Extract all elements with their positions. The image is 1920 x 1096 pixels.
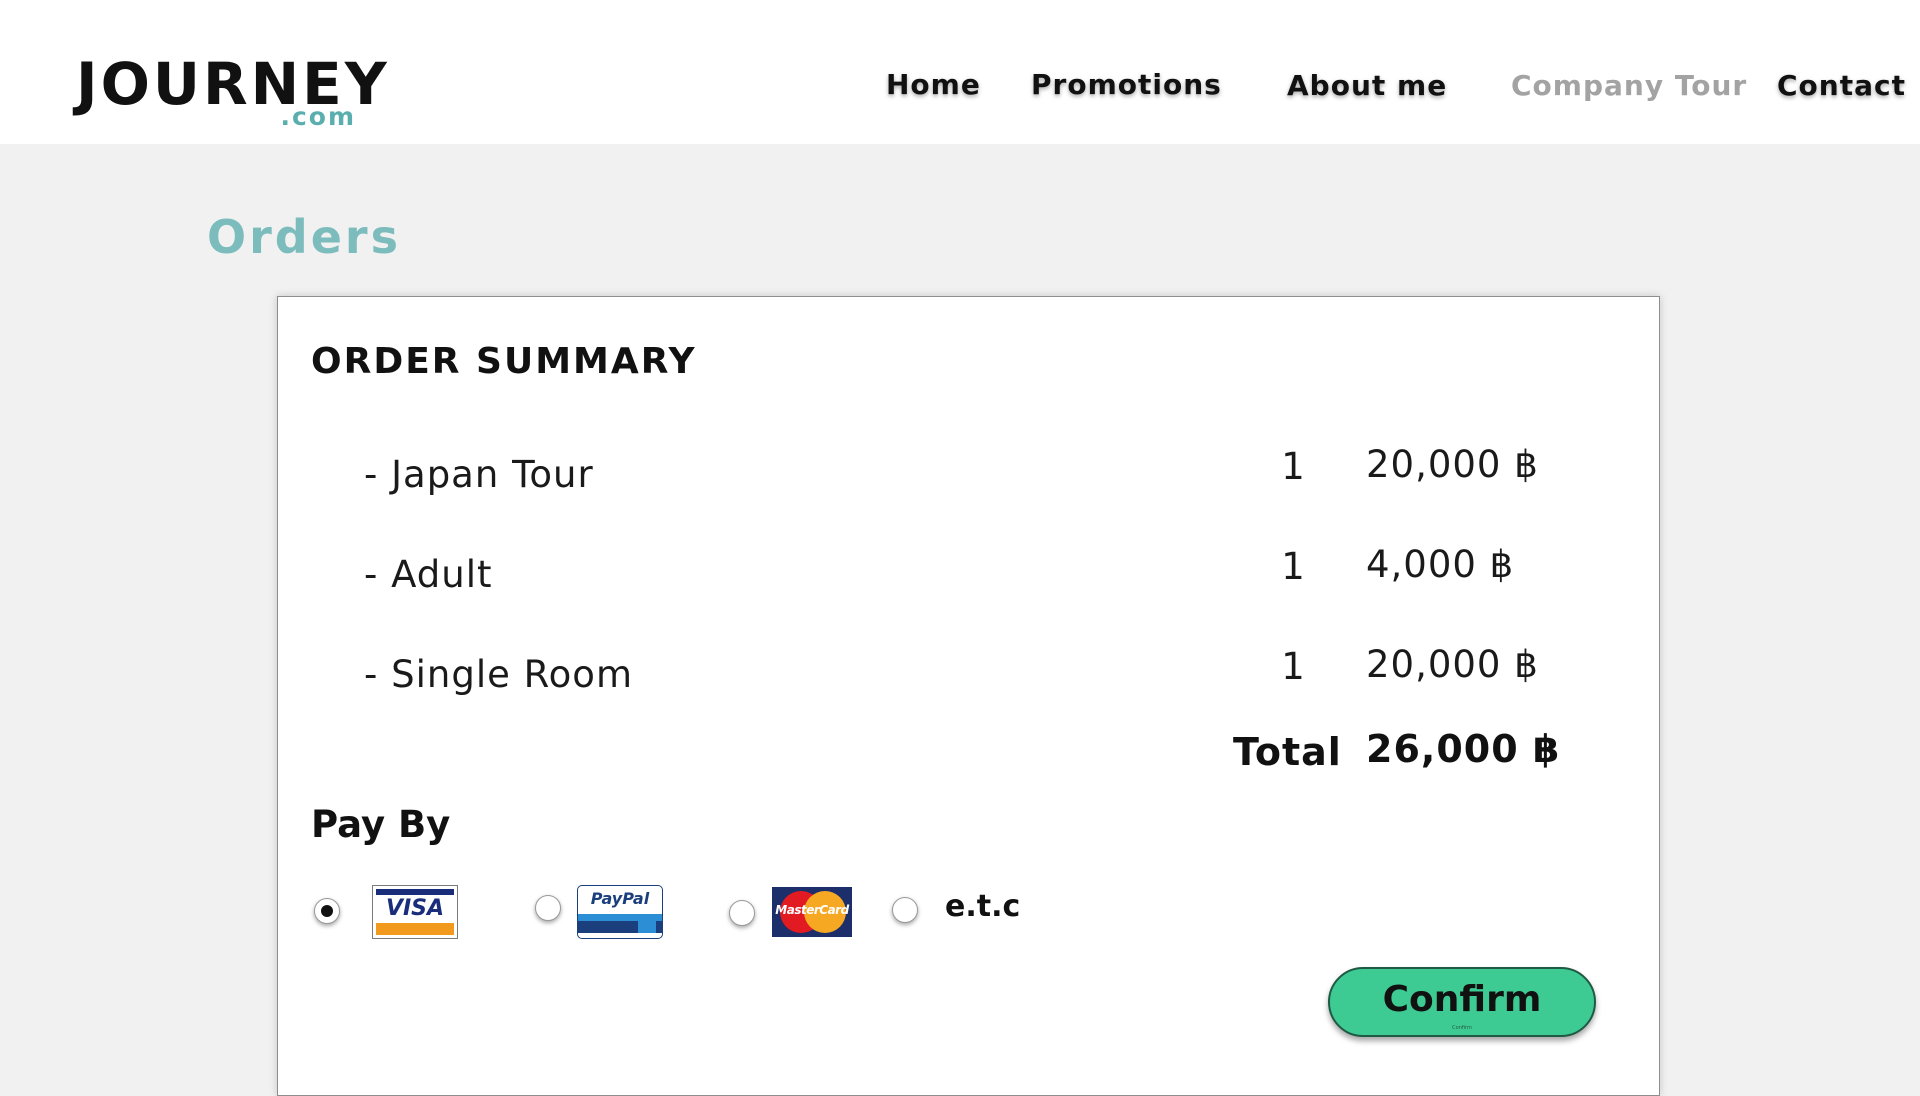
paypal-radio[interactable]: [535, 895, 561, 921]
order-summary-panel: ORDER SUMMARY - Japan Tour 1 20,000 ฿ - …: [277, 296, 1660, 1096]
order-item-qty: 1: [1281, 445, 1305, 488]
order-item-price: 4,000 ฿: [1366, 543, 1515, 586]
logo-sub-text: .com: [280, 102, 356, 131]
etc-label: e.t.c: [945, 889, 1021, 924]
visa-card-stripe: [376, 923, 454, 935]
mastercard-radio[interactable]: [729, 900, 755, 926]
confirm-button-label: Confirm: [1382, 979, 1542, 1020]
mastercard-card-text: MasterCard: [775, 903, 849, 917]
nav-home[interactable]: Home: [886, 68, 981, 101]
nav-promotions[interactable]: Promotions: [1031, 68, 1222, 101]
nav-contact[interactable]: Contact: [1777, 69, 1906, 102]
page-title: Orders: [207, 210, 401, 264]
paypal-card-text: PayPal: [590, 889, 650, 908]
site-header: JOURNEY .com Home Promotions About me Co…: [0, 0, 1920, 144]
order-item-name: - Japan Tour: [364, 453, 594, 496]
pay-by-label: Pay By: [311, 803, 451, 846]
confirm-button-tiny-label: Confirm: [1452, 1025, 1472, 1031]
visa-card-text: VISA: [385, 896, 445, 921]
total-value: 26,000 ฿: [1366, 727, 1561, 771]
visa-radio[interactable]: [314, 898, 340, 924]
order-summary-title: ORDER SUMMARY: [311, 341, 697, 382]
nav-about-me[interactable]: About me: [1287, 69, 1447, 102]
order-item-qty: 1: [1281, 545, 1305, 588]
mastercard-card-icon[interactable]: MasterCard: [772, 887, 852, 937]
order-item-price: 20,000 ฿: [1366, 443, 1539, 486]
etc-radio[interactable]: [892, 897, 918, 923]
visa-card-icon[interactable]: VISA: [372, 885, 458, 939]
order-item-qty: 1: [1281, 645, 1305, 688]
order-item-name: - Adult: [364, 553, 493, 596]
paypal-card-stripe: [578, 914, 662, 921]
order-item-name: - Single Room: [364, 653, 633, 696]
paypal-card-icon[interactable]: PayPal: [577, 885, 663, 939]
nav-company-tour[interactable]: Company Tour: [1511, 69, 1747, 102]
total-label: Total: [1233, 730, 1342, 774]
paypal-card-block: [638, 921, 656, 933]
confirm-button[interactable]: Confirm Confirm: [1328, 967, 1596, 1037]
visa-card-band: [376, 889, 454, 895]
logo[interactable]: JOURNEY .com: [76, 52, 387, 132]
order-item-price: 20,000 ฿: [1366, 643, 1539, 686]
